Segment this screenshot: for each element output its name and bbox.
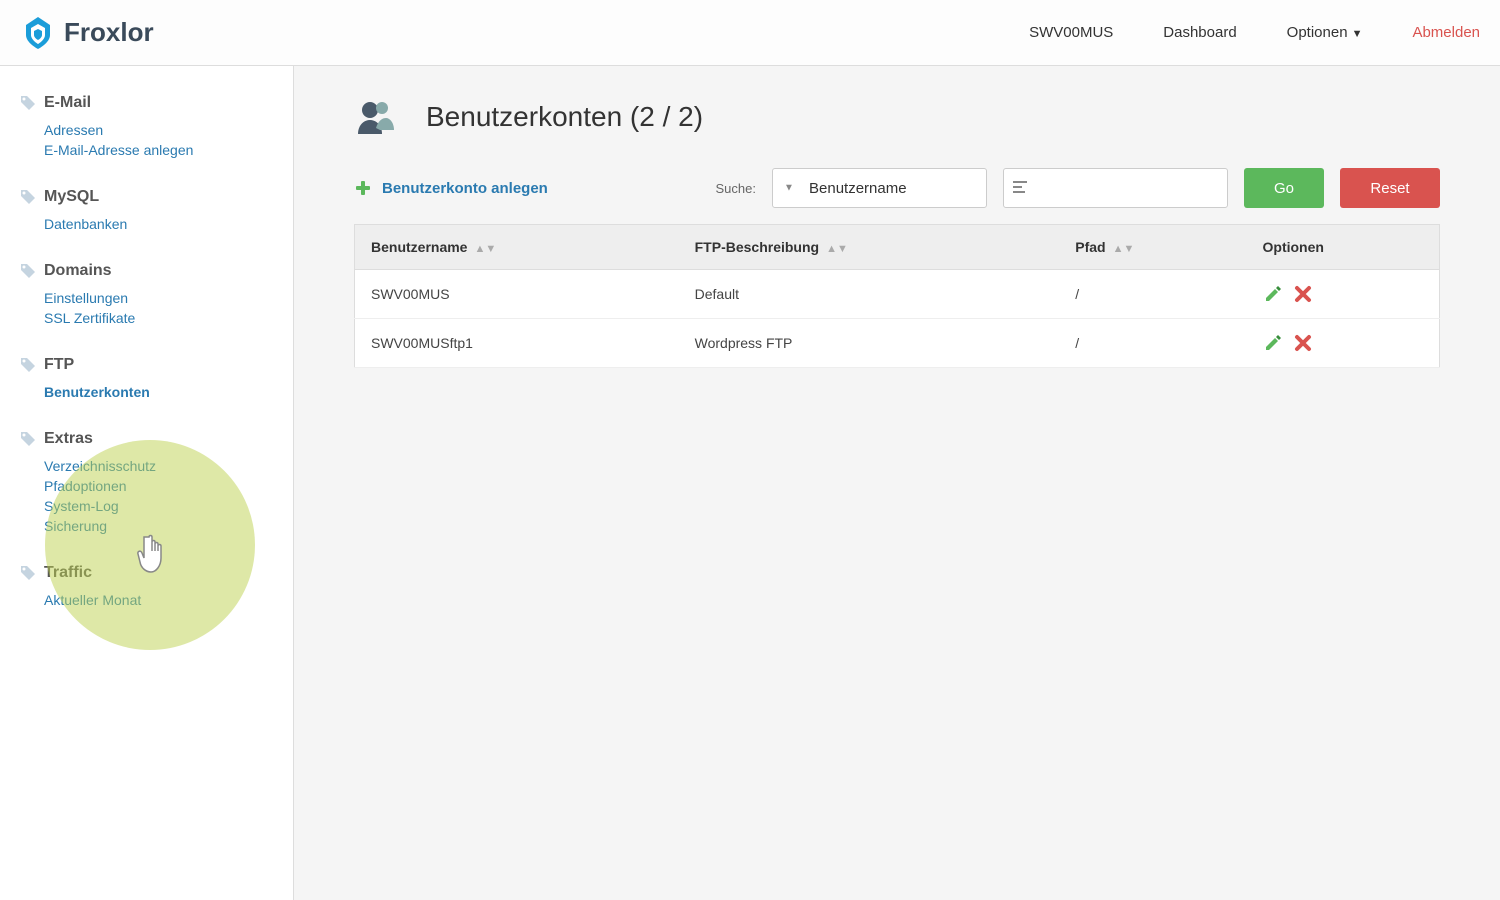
edit-icon[interactable]: [1263, 284, 1283, 304]
sidebar-link[interactable]: SSL Zertifikate: [44, 310, 135, 326]
sidebar-link[interactable]: Sicherung: [44, 518, 107, 534]
sidebar-heading: Traffic: [20, 564, 273, 582]
search-field-select-wrap: ▼ Benutzername: [772, 168, 987, 208]
sidebar-group: E-Mail Adressen E-Mail-Adresse anlegen: [20, 94, 273, 158]
sidebar-group: FTP Benutzerkonten: [20, 356, 273, 400]
row-actions: [1263, 284, 1423, 304]
tag-icon: [20, 357, 36, 373]
sidebar: E-Mail Adressen E-Mail-Adresse anlegen MySQ…: [0, 66, 294, 900]
col-path[interactable]: Pfad ▲▼: [1059, 225, 1246, 270]
chevron-down-icon: ▼: [1352, 28, 1363, 40]
cell-options: [1247, 270, 1440, 319]
chevron-down-icon: ▼: [784, 183, 794, 194]
col-username[interactable]: Benutzername ▲▼: [355, 225, 679, 270]
cell-username: SWV00MUS: [355, 270, 679, 319]
sidebar-links: Verzeichnisschutz Pfadoptionen System-Log S…: [20, 458, 273, 534]
table-row: SWV00MUSftp1Wordpress FTP/: [355, 319, 1440, 368]
cell-username: SWV00MUSftp1: [355, 319, 679, 368]
search-input[interactable]: [1003, 168, 1228, 208]
sidebar-heading: Extras: [20, 430, 273, 448]
plus-icon: [354, 179, 372, 197]
topbar: Froxlor SWV00MUS Dashboard Optionen▼ Abm…: [0, 0, 1500, 66]
tag-icon: [20, 431, 36, 447]
topnav-dashboard[interactable]: Dashboard: [1163, 24, 1236, 41]
froxlor-logo-icon: [20, 15, 56, 51]
sidebar-links: Benutzerkonten: [20, 384, 273, 400]
sidebar-links: Einstellungen SSL Zertifikate: [20, 290, 273, 326]
tag-icon: [20, 95, 36, 111]
page-header: Benutzerkonten (2 / 2): [354, 96, 1440, 138]
reset-button[interactable]: Reset: [1340, 168, 1440, 208]
sidebar-link[interactable]: Adressen: [44, 122, 103, 138]
toolbar: Benutzerkonto anlegen Suche: ▼ Benutzern…: [354, 168, 1440, 208]
sidebar-link[interactable]: System-Log: [44, 498, 119, 514]
topnav-username[interactable]: SWV00MUS: [1029, 24, 1113, 41]
accounts-table: Benutzername ▲▼ FTP-Beschreibung ▲▼ Pfad…: [354, 224, 1440, 368]
col-options: Optionen: [1247, 225, 1440, 270]
search-input-wrap: [1003, 168, 1228, 208]
sidebar-group: Domains Einstellungen SSL Zertifikate: [20, 262, 273, 326]
table-header-row: Benutzername ▲▼ FTP-Beschreibung ▲▼ Pfad…: [355, 225, 1440, 270]
sidebar-group: Traffic Aktueller Monat: [20, 564, 273, 608]
tag-icon: [20, 565, 36, 581]
tag-icon: [20, 263, 36, 279]
logo[interactable]: Froxlor: [20, 15, 154, 51]
sidebar-link[interactable]: Pfadoptionen: [44, 478, 127, 494]
sidebar-group: MySQL Datenbanken: [20, 188, 273, 232]
search-field-select[interactable]: Benutzername: [772, 168, 987, 208]
sidebar-link[interactable]: Einstellungen: [44, 290, 128, 306]
topnav-logout[interactable]: Abmelden: [1412, 24, 1480, 41]
sort-icon: ▲▼: [471, 243, 496, 255]
logo-text: Froxlor: [64, 17, 154, 48]
col-description[interactable]: FTP-Beschreibung ▲▼: [679, 225, 1060, 270]
align-left-icon: [1013, 180, 1027, 196]
delete-icon[interactable]: [1293, 333, 1313, 353]
cell-options: [1247, 319, 1440, 368]
row-actions: [1263, 333, 1423, 353]
sidebar-links: Adressen E-Mail-Adresse anlegen: [20, 122, 273, 158]
main-content: Benutzerkonten (2 / 2) Benutzerkonto anl…: [294, 66, 1500, 900]
sidebar-links: Datenbanken: [20, 216, 273, 232]
sidebar-link[interactable]: E-Mail-Adresse anlegen: [44, 142, 193, 158]
sidebar-link[interactable]: Verzeichnisschutz: [44, 458, 156, 474]
sidebar-heading: Domains: [20, 262, 273, 280]
delete-icon[interactable]: [1293, 284, 1313, 304]
page-title: Benutzerkonten (2 / 2): [426, 101, 703, 133]
users-icon: [354, 96, 396, 138]
go-button[interactable]: Go: [1244, 168, 1324, 208]
sidebar-link[interactable]: Datenbanken: [44, 216, 127, 232]
sidebar-links: Aktueller Monat: [20, 592, 273, 608]
sidebar-link[interactable]: Benutzerkonten: [44, 384, 150, 400]
cell-description: Wordpress FTP: [679, 319, 1060, 368]
sidebar-link[interactable]: Aktueller Monat: [44, 592, 141, 608]
table-row: SWV00MUSDefault/: [355, 270, 1440, 319]
edit-icon[interactable]: [1263, 333, 1283, 353]
cell-description: Default: [679, 270, 1060, 319]
sidebar-heading: MySQL: [20, 188, 273, 206]
search-label: Suche:: [716, 181, 756, 196]
sort-icon: ▲▼: [1110, 243, 1135, 255]
sort-icon: ▲▼: [823, 243, 848, 255]
sidebar-heading: FTP: [20, 356, 273, 374]
sidebar-heading: E-Mail: [20, 94, 273, 112]
cell-path: /: [1059, 319, 1246, 368]
tag-icon: [20, 189, 36, 205]
sidebar-group: Extras Verzeichnisschutz Pfadoptionen Syste…: [20, 430, 273, 534]
cell-path: /: [1059, 270, 1246, 319]
add-user-button[interactable]: Benutzerkonto anlegen: [354, 179, 548, 197]
topnav: SWV00MUS Dashboard Optionen▼ Abmelden: [1029, 24, 1480, 41]
topnav-options[interactable]: Optionen▼: [1287, 24, 1363, 41]
